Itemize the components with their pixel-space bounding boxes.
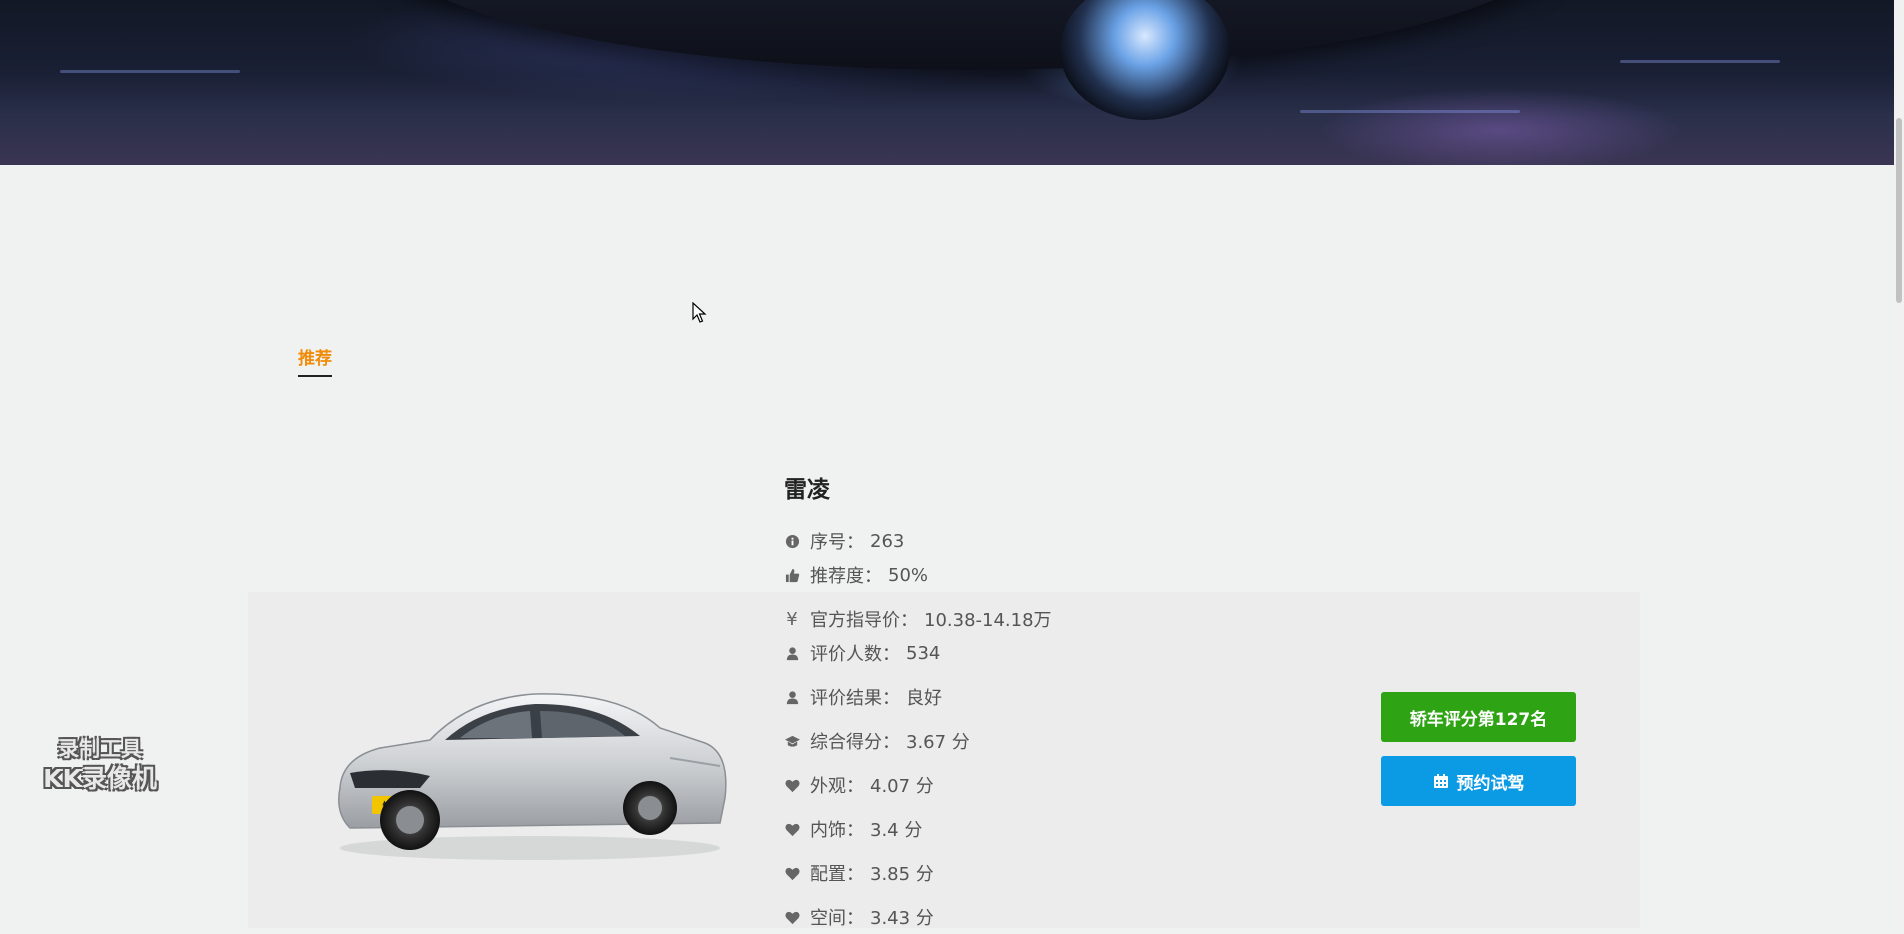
calendar-icon: [1433, 774, 1448, 788]
field-serial: 序号： 263: [784, 524, 1204, 558]
sedan-rank-button[interactable]: 轿车评分第127名: [1381, 692, 1576, 742]
field-interior: 内饰： 3.4 分: [784, 812, 1204, 846]
field-exterior: 外观： 4.07 分: [784, 768, 1204, 802]
field-label: 外观：: [810, 776, 864, 797]
page-scrollbar[interactable]: [1894, 0, 1904, 928]
watermark-line1: 录制工具: [58, 737, 142, 761]
thumbs-up-icon: [784, 567, 800, 583]
sedan-rank-label: 轿车评分第127名: [1409, 709, 1548, 730]
field-result: 评价结果： 良好: [784, 680, 1204, 714]
scrollbar-thumb[interactable]: [1896, 118, 1902, 303]
field-label: 评价人数：: [810, 644, 900, 665]
field-value: 3.67 分: [906, 732, 970, 753]
field-label: 综合得分：: [810, 732, 900, 753]
heart-icon: [784, 909, 800, 925]
car-photo: 懂车帝: [338, 693, 727, 860]
field-label: 内饰：: [810, 820, 864, 841]
field-reviewers: 评价人数： 534: [784, 636, 1204, 670]
field-value: 534: [906, 642, 941, 664]
field-label: 官方指导价：: [810, 610, 918, 631]
field-config: 配置： 3.85 分: [784, 856, 1204, 890]
user-icon: [784, 645, 800, 661]
field-label: 空间：: [810, 908, 864, 929]
tab-recommend[interactable]: 推荐: [298, 344, 332, 377]
field-label: 序号：: [810, 532, 864, 553]
field-value: 4.07 分: [870, 776, 934, 797]
field-recommend: 推荐度： 50%: [784, 558, 1204, 592]
test-drive-label: 预约试驾: [1456, 773, 1525, 794]
recorder-watermark: 录制工具 KK录像机: [30, 734, 170, 794]
field-value: 3.85 分: [870, 864, 934, 885]
car-info: 雷凌 序号： 263 推荐度： 50% ¥ 官方指导价： 10.38-14.18…: [784, 470, 1204, 934]
graduation-cap-icon: [784, 733, 800, 749]
field-value: 良好: [906, 688, 942, 709]
field-overall: 综合得分： 3.67 分: [784, 724, 1204, 758]
field-space: 空间： 3.43 分: [784, 900, 1204, 934]
field-label: 配置：: [810, 864, 864, 885]
mouse-cursor-icon: [692, 302, 707, 323]
heart-icon: [784, 865, 800, 881]
field-value: 50%: [888, 564, 929, 586]
field-label: 推荐度：: [810, 566, 882, 587]
yen-icon: ¥: [786, 608, 798, 630]
test-drive-button[interactable]: 预约试驾: [1381, 756, 1576, 806]
field-label: 评价结果：: [810, 688, 900, 709]
field-value: 10.38-14.18万: [924, 610, 1052, 631]
field-value: 3.4 分: [870, 820, 923, 841]
watermark-line2: KK录像机: [43, 764, 157, 793]
heart-icon: [784, 821, 800, 837]
heart-icon: [784, 777, 800, 793]
user-icon: [784, 689, 800, 705]
car-name: 雷凌: [784, 477, 830, 503]
hero-banner-image: [0, 0, 1894, 165]
field-value: 3.43 分: [870, 908, 934, 929]
info-circle-icon: [784, 533, 800, 549]
field-price: ¥ 官方指导价： 10.38-14.18万: [784, 602, 1204, 636]
field-value: 263: [870, 530, 905, 552]
